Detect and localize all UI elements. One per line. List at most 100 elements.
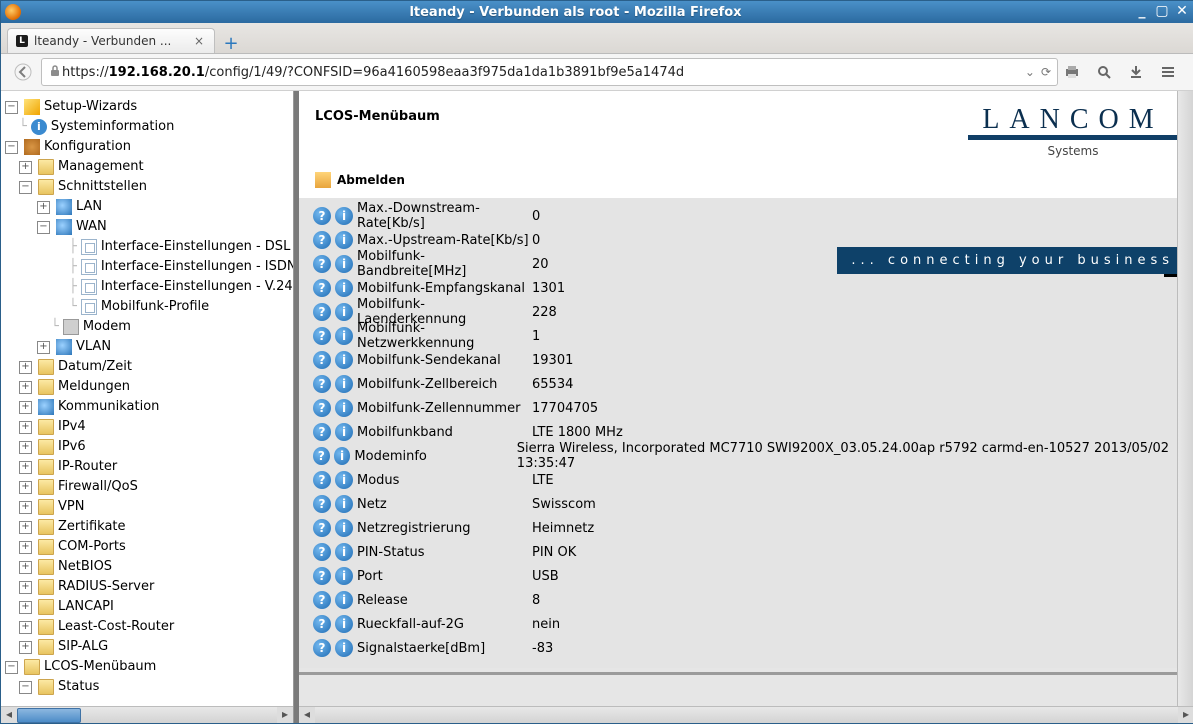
scroll-right-icon[interactable]: ▸ — [277, 707, 293, 723]
info-icon[interactable] — [335, 471, 353, 489]
tree-item[interactable]: COM-Ports — [58, 537, 126, 557]
tree-item[interactable]: Interface-Einstellungen - V.24 — [101, 277, 293, 297]
expand-icon[interactable]: + — [19, 161, 32, 174]
expand-icon[interactable]: + — [19, 501, 32, 514]
tree-item[interactable]: IP-Router — [58, 457, 117, 477]
expand-icon[interactable]: + — [19, 621, 32, 634]
window-close-button[interactable]: ✕ — [1174, 4, 1190, 20]
expand-icon[interactable]: + — [19, 461, 32, 474]
info-icon[interactable] — [335, 639, 353, 657]
expand-icon[interactable]: + — [19, 581, 32, 594]
tree-item[interactable]: Schnittstellen — [58, 177, 147, 197]
tree-item[interactable]: RADIUS-Server — [58, 577, 154, 597]
help-icon[interactable] — [313, 207, 331, 225]
help-icon[interactable] — [313, 279, 331, 297]
tree-item[interactable]: Least-Cost-Router — [58, 617, 174, 637]
info-icon[interactable] — [335, 567, 353, 585]
info-icon[interactable] — [335, 303, 353, 321]
help-icon[interactable] — [313, 615, 331, 633]
info-icon[interactable] — [335, 423, 353, 441]
print-button[interactable] — [1058, 58, 1086, 86]
tree-item[interactable]: Interface-Einstellungen - ISDN — [101, 257, 294, 277]
tree-item[interactable]: Modem — [83, 317, 131, 337]
tab-close-button[interactable]: × — [192, 34, 206, 48]
tree-item[interactable]: Setup-Wizards — [44, 97, 137, 117]
url-bar[interactable]: https://192.168.20.1/config/1/49/?CONFSI… — [41, 58, 1058, 86]
menu-button[interactable] — [1154, 58, 1182, 86]
tree-item[interactable]: IPv4 — [58, 417, 86, 437]
info-icon[interactable] — [334, 447, 351, 465]
info-icon[interactable] — [335, 351, 353, 369]
expand-icon[interactable]: + — [19, 541, 32, 554]
expand-icon[interactable]: − — [19, 681, 32, 694]
help-icon[interactable] — [313, 423, 331, 441]
help-icon[interactable] — [313, 471, 331, 489]
info-icon[interactable] — [335, 279, 353, 297]
expand-icon[interactable]: + — [19, 521, 32, 534]
expand-icon[interactable]: + — [19, 641, 32, 654]
main-hscroll[interactable]: ◂ ▸ — [299, 706, 1193, 723]
help-icon[interactable] — [313, 567, 331, 585]
info-icon[interactable] — [335, 591, 353, 609]
tree-item[interactable]: Meldungen — [58, 377, 130, 397]
tree-item[interactable]: SIP-ALG — [58, 637, 108, 657]
tree-item[interactable]: VLAN — [76, 337, 111, 357]
window-maximize-button[interactable]: ▢ — [1154, 4, 1170, 20]
help-icon[interactable] — [313, 639, 331, 657]
tree-item[interactable]: Interface-Einstellungen - DSL — [101, 237, 290, 257]
help-icon[interactable] — [313, 495, 331, 513]
expand-icon[interactable]: − — [37, 221, 50, 234]
info-icon[interactable] — [335, 327, 353, 345]
help-icon[interactable] — [313, 351, 331, 369]
search-button[interactable] — [1090, 58, 1118, 86]
tree-item[interactable]: LANCAPI — [58, 597, 114, 617]
expand-icon[interactable]: + — [19, 561, 32, 574]
tree-item[interactable]: NetBIOS — [58, 557, 112, 577]
logout-link[interactable]: Abmelden — [337, 173, 405, 187]
expand-icon[interactable]: + — [19, 361, 32, 374]
expand-icon[interactable]: + — [19, 401, 32, 414]
help-icon[interactable] — [313, 519, 331, 537]
tree-item[interactable]: LCOS-Menübaum — [44, 657, 156, 677]
tab-active[interactable]: L lteandy - Verbunden ... × — [7, 28, 215, 53]
scroll-left-icon[interactable]: ◂ — [299, 707, 315, 723]
expand-icon[interactable]: + — [19, 381, 32, 394]
sidebar-hscroll[interactable]: ◂ ▸ — [1, 706, 293, 723]
downloads-button[interactable] — [1122, 58, 1150, 86]
tree-item[interactable]: Management — [58, 157, 144, 177]
scroll-left-icon[interactable]: ◂ — [1, 707, 17, 723]
help-icon[interactable] — [313, 543, 331, 561]
expand-icon[interactable]: + — [19, 601, 32, 614]
scroll-thumb[interactable] — [17, 708, 81, 723]
help-icon[interactable] — [313, 375, 331, 393]
tree-item[interactable]: VPN — [58, 497, 84, 517]
main-vscroll[interactable] — [1177, 91, 1193, 707]
tree-item[interactable]: IPv6 — [58, 437, 86, 457]
tree-item[interactable]: Datum/Zeit — [58, 357, 132, 377]
info-icon[interactable] — [335, 255, 353, 273]
back-button[interactable] — [9, 58, 37, 86]
expand-icon[interactable]: + — [19, 421, 32, 434]
info-icon[interactable] — [335, 519, 353, 537]
new-tab-button[interactable]: + — [219, 33, 243, 53]
tree-item[interactable]: Konfiguration — [44, 137, 131, 157]
help-icon[interactable] — [313, 255, 331, 273]
help-icon[interactable] — [313, 327, 331, 345]
tree-item[interactable]: Firewall/QoS — [58, 477, 138, 497]
dropdown-icon[interactable]: ⌄ — [1025, 65, 1035, 79]
help-icon[interactable] — [313, 447, 330, 465]
tree-item[interactable]: Mobilfunk-Profile — [101, 297, 209, 317]
info-icon[interactable] — [335, 231, 353, 249]
info-icon[interactable] — [335, 543, 353, 561]
help-icon[interactable] — [313, 591, 331, 609]
help-icon[interactable] — [313, 399, 331, 417]
expand-icon[interactable]: − — [5, 141, 18, 154]
reload-icon[interactable]: ⟳ — [1041, 65, 1051, 79]
help-icon[interactable] — [313, 231, 331, 249]
expand-icon[interactable]: + — [19, 441, 32, 454]
expand-icon[interactable]: − — [5, 661, 18, 674]
tree-item[interactable]: Status — [58, 677, 99, 697]
tree-item[interactable]: Zertifikate — [58, 517, 126, 537]
expand-icon[interactable]: + — [19, 481, 32, 494]
scroll-right-icon[interactable]: ▸ — [1178, 707, 1193, 723]
